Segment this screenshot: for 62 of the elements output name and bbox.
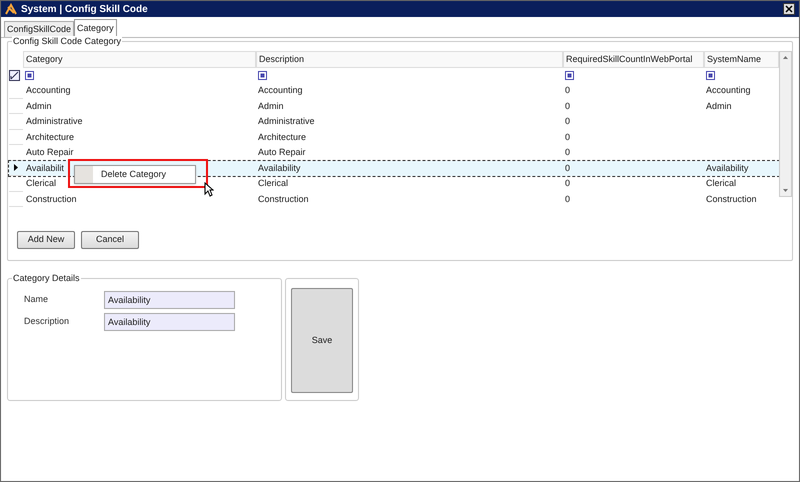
column-header[interactable]: Category [23, 51, 256, 68]
table-cell: Construction [706, 194, 757, 204]
table-row[interactable]: Administrative Administrative 0 [9, 114, 779, 130]
save-button[interactable]: Save [291, 288, 353, 393]
input-field[interactable]: Availability [104, 313, 235, 331]
filter-icon[interactable] [25, 71, 34, 80]
table-row[interactable]: Construction Construction 0 Construction [9, 192, 779, 207]
window-title: System | Config Skill Code [21, 2, 149, 16]
close-button[interactable] [783, 3, 795, 15]
table-cell: Architecture [258, 132, 306, 142]
table-cell: Admin [26, 100, 52, 110]
table-cell: 0 [565, 100, 570, 110]
table-cell: Clerical [258, 178, 288, 188]
table-cell: Availability [258, 162, 300, 172]
table-cell: Administrative [26, 116, 83, 126]
table-cell: Architecture [26, 132, 74, 142]
table-cell: Construction [258, 194, 309, 204]
table-row[interactable]: Admin Admin 0 Admin [9, 98, 779, 114]
group-title: Category Details [12, 273, 81, 284]
table-cell: Administrative [258, 116, 315, 126]
table-cell: Clerical [26, 178, 56, 188]
table-cell: Construction [26, 194, 77, 204]
action-button[interactable]: Cancel [81, 231, 139, 249]
group-title: Config Skill Code Category [12, 36, 122, 47]
table-cell: 0 [565, 194, 570, 204]
tab[interactable]: ConfigSkillCode [4, 21, 74, 37]
field-label: Name [24, 293, 50, 306]
table-cell: Admin [706, 100, 732, 110]
app-logo-icon [5, 3, 17, 15]
menu-item[interactable]: Delete Category [75, 166, 195, 183]
filter-icon[interactable] [706, 71, 715, 80]
table-cell: 0 [565, 116, 570, 126]
tab[interactable]: Category [74, 19, 117, 37]
input-field[interactable]: Availability [104, 291, 235, 309]
table-cell: Auto Repair [258, 147, 306, 157]
filter-icon[interactable] [565, 71, 574, 80]
table-cell: Availabilit [26, 162, 64, 172]
table-cell: 0 [565, 147, 570, 157]
field-label: Description [24, 315, 70, 328]
table-cell: 0 [565, 132, 570, 142]
table-cell: Clerical [706, 178, 736, 188]
table-cell: Accounting [26, 85, 71, 95]
column-header[interactable]: SystemName [704, 51, 779, 68]
edit-icon[interactable] [9, 70, 20, 81]
filter-icon[interactable] [258, 71, 267, 80]
table-row[interactable]: Accounting Accounting 0 Accounting [9, 83, 779, 98]
table-cell: 0 [565, 85, 570, 95]
table-cell: Auto Repair [26, 147, 74, 157]
table-cell: 0 [565, 178, 570, 188]
current-row-icon [14, 164, 18, 172]
table-cell: Accounting [258, 85, 303, 95]
column-header[interactable]: RequiredSkillCountInWebPortal [563, 51, 704, 68]
table-cell: Availability [706, 162, 748, 172]
table-row[interactable]: Architecture Architecture 0 [9, 130, 779, 145]
column-header[interactable]: Description [256, 51, 563, 68]
table-cell: Admin [258, 100, 284, 110]
close-icon [785, 5, 793, 13]
mouse-cursor-icon [204, 182, 214, 197]
scrollbar[interactable] [779, 51, 792, 197]
action-button[interactable]: Add New [17, 231, 75, 249]
table-cell: Accounting [706, 85, 751, 95]
table-cell: 0 [565, 162, 570, 172]
